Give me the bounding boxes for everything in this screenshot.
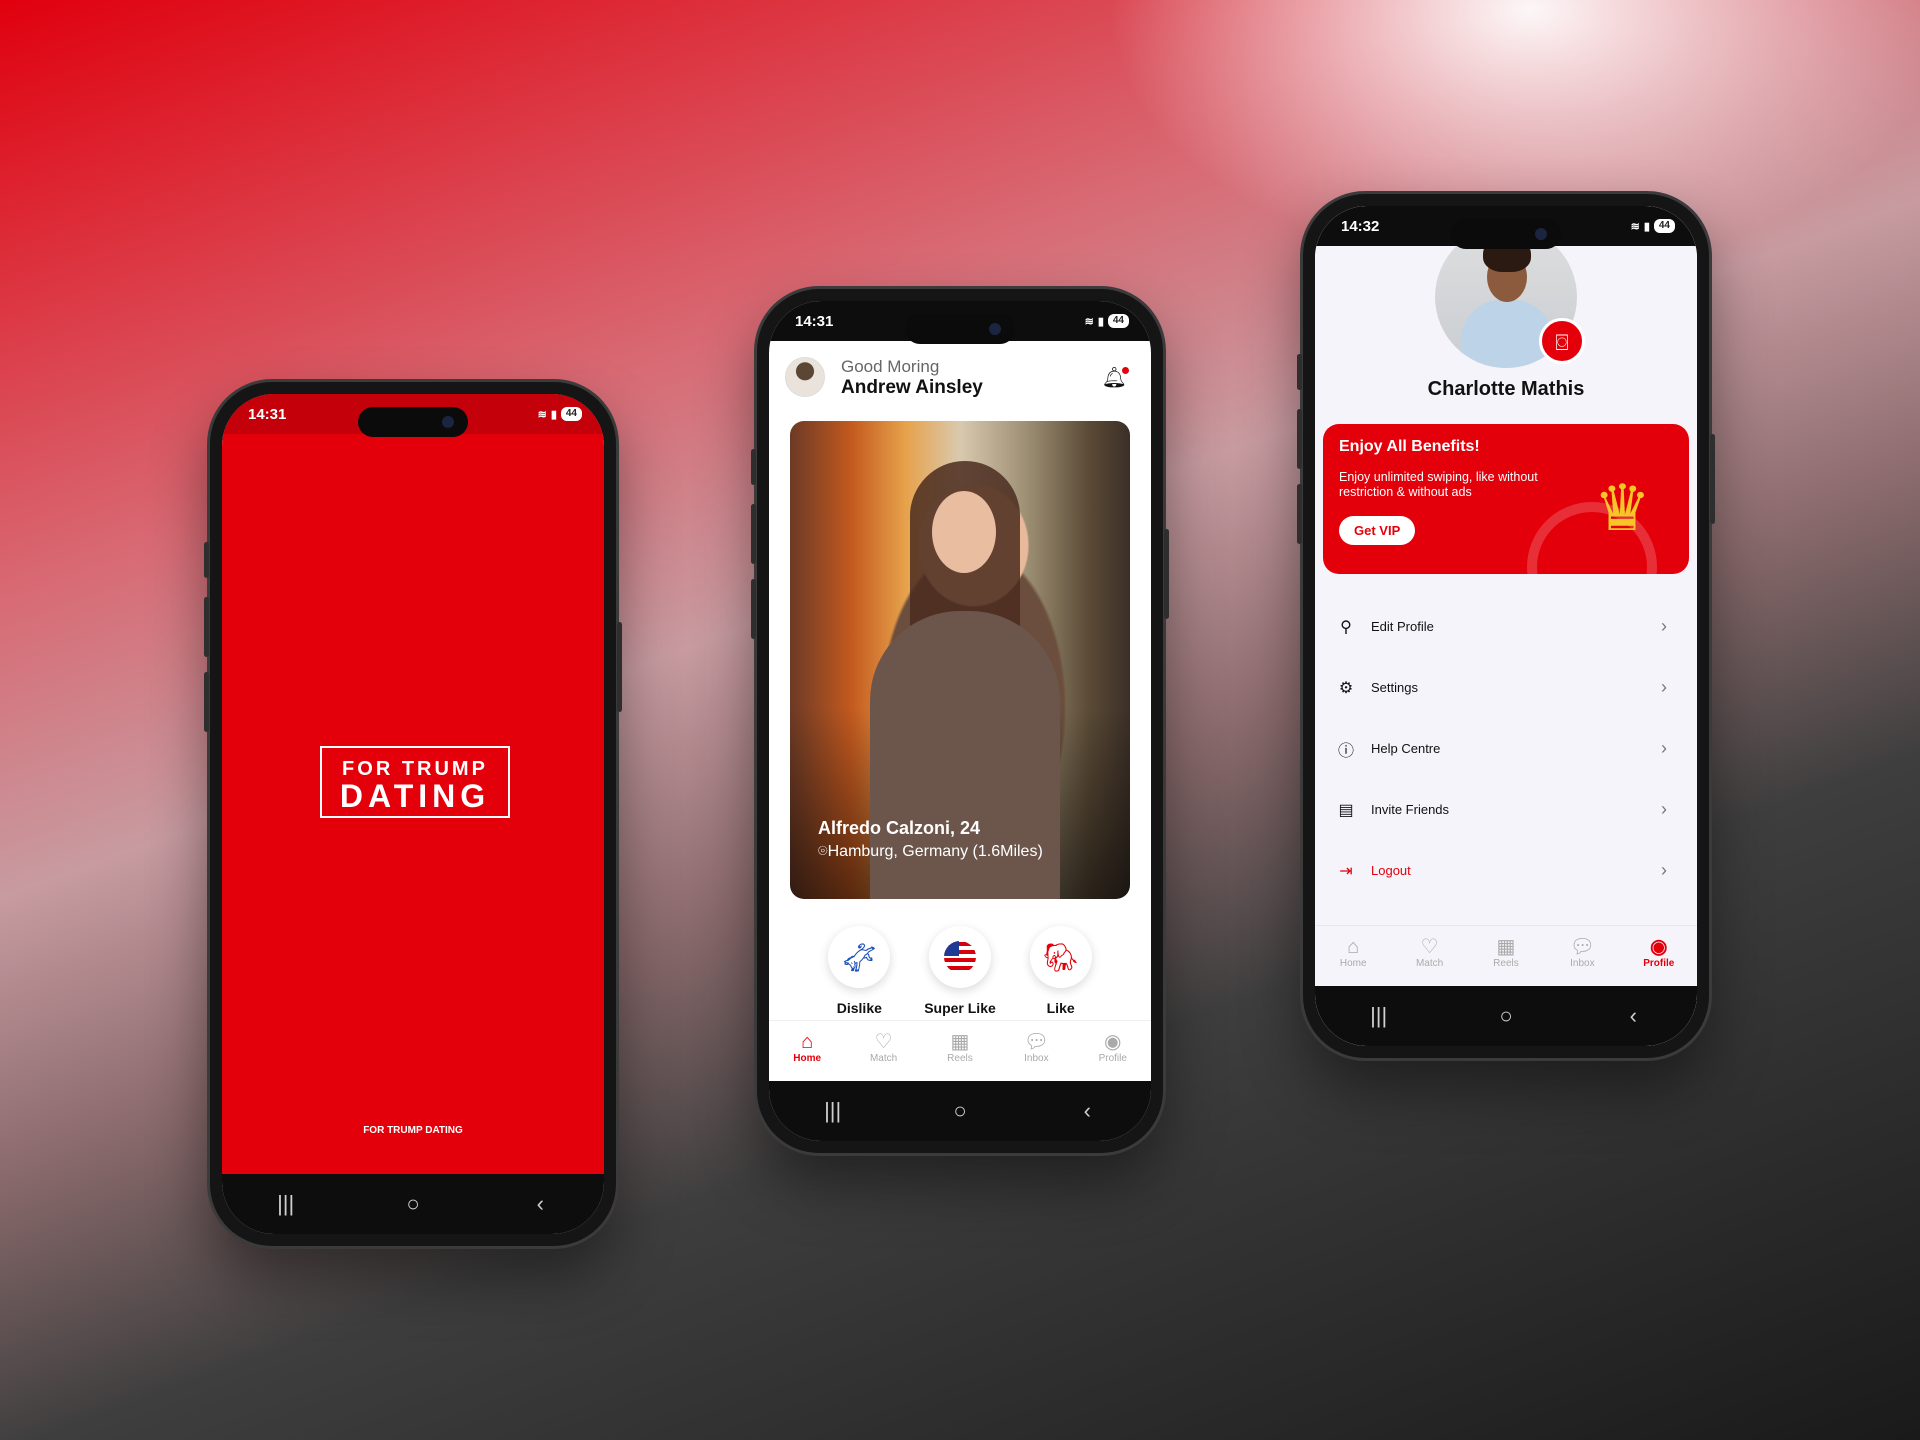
vip-description: Enjoy unlimited swiping, like without re… xyxy=(1339,470,1538,499)
user-avatar[interactable] xyxy=(785,357,825,397)
vip-banner: Enjoy All Benefits! Enjoy unlimited swip… xyxy=(1323,424,1689,574)
get-vip-button[interactable]: Get VIP xyxy=(1339,516,1416,545)
chevron-right-icon: › xyxy=(1661,860,1667,880)
like-button[interactable]: 🐘︎ Like xyxy=(1011,926,1111,1016)
recents-button[interactable]: ||| xyxy=(256,1191,316,1217)
screen: 14:31 ≋ ▮ 44 Good Moring Andrew Ainsley 🔔︎… xyxy=(769,301,1151,1141)
home-header: Good Moring Andrew Ainsley 🔔︎ xyxy=(785,357,1135,403)
signal-icon: ▮ xyxy=(1643,220,1650,233)
super-like-button[interactable]: Super Like xyxy=(910,926,1010,1016)
profile-menu: ⚲ Edit Profile › ⚙ Settings › ⓘ Help Centre › … xyxy=(1315,596,1697,901)
swipe-actions: 🫏︎ Dislike Super Like 🐘︎ Like xyxy=(769,926,1151,1016)
battery-indicator: 44 xyxy=(560,407,582,421)
film-icon: ▦ xyxy=(1496,936,1516,958)
person-icon: ⚲ xyxy=(1340,618,1352,636)
screen: 14:32 ≋ ▮ 44 ⌼ Charlotte Mathis Enjoy All … xyxy=(1315,206,1697,1046)
dislike-button[interactable]: 🫏︎ Dislike xyxy=(809,926,909,1016)
crown-icon: ♛ xyxy=(1593,472,1651,544)
tab-reels[interactable]: ▦ Reels xyxy=(925,1021,995,1081)
back-button[interactable]: ‹ xyxy=(1057,1098,1117,1124)
phone-home: 14:31 ≋ ▮ 44 Good Moring Andrew Ainsley 🔔︎… xyxy=(751,289,1169,1153)
back-button[interactable]: ‹ xyxy=(1603,1003,1663,1029)
tab-profile[interactable]: ◉ Profile xyxy=(1624,926,1694,986)
menu-item-settings[interactable]: ⚙ Settings › xyxy=(1315,657,1697,718)
gear-icon: ⚙ xyxy=(1338,679,1354,697)
us-flag-icon xyxy=(928,926,991,988)
signal-icon: ▮ xyxy=(550,408,557,421)
status-time: 14:31 xyxy=(248,405,287,423)
chevron-right-icon: › xyxy=(1661,677,1667,697)
card-location: ⌾Hamburg, Germany (1.6Miles) xyxy=(818,843,1043,860)
profile-card[interactable]: Alfredo Calzoni, 24 ⌾Hamburg, Germany (1… xyxy=(790,421,1130,899)
splash-footer-text: FOR TRUMP DATING xyxy=(363,1125,463,1136)
user-circle-icon: ◉ xyxy=(1650,936,1668,958)
bottom-tab-bar: ⌂ Home ♡ Match ▦ Reels 💬︎ Inbox ◉ Profile xyxy=(1315,925,1697,986)
card-name-age: Alfredo Calzoni, 24 xyxy=(818,818,981,838)
battery-indicator: 44 xyxy=(1107,314,1129,328)
donkey-icon: 🫏︎ xyxy=(828,926,891,988)
chat-icon: 💬︎ xyxy=(1023,1031,1050,1053)
tab-home[interactable]: ⌂ Home xyxy=(772,1021,842,1081)
location-pin-icon: ⌾ xyxy=(818,843,828,860)
home-system-button[interactable]: ○ xyxy=(383,1191,443,1217)
recents-button[interactable]: ||| xyxy=(803,1098,863,1124)
camera-notch xyxy=(905,314,1015,344)
phone-profile: 14:32 ≋ ▮ 44 ⌼ Charlotte Mathis Enjoy All … xyxy=(1297,194,1715,1058)
wifi-icon: ≋ xyxy=(537,408,547,421)
chevron-right-icon: › xyxy=(1661,799,1667,819)
tab-profile[interactable]: ◉ Profile xyxy=(1078,1021,1148,1081)
camera-notch xyxy=(1451,219,1561,249)
screen: 14:31 ≋ ▮ 44 FOR TRUMP DATING FOR TRUMP DA… xyxy=(222,394,604,1234)
signal-icon: ▮ xyxy=(1097,315,1104,328)
film-icon: ▦ xyxy=(950,1031,970,1053)
menu-item-invite-friends[interactable]: ▤ Invite Friends › xyxy=(1315,779,1697,840)
battery-indicator: 44 xyxy=(1653,219,1675,233)
menu-item-logout[interactable]: ⇥ Logout › xyxy=(1315,840,1697,901)
status-time: 14:31 xyxy=(795,312,834,330)
menu-item-edit-profile[interactable]: ⚲ Edit Profile › xyxy=(1315,596,1697,657)
phone-splash: 14:31 ≋ ▮ 44 FOR TRUMP DATING FOR TRUMP DA… xyxy=(204,382,622,1246)
chevron-right-icon: › xyxy=(1661,738,1667,758)
tab-reels[interactable]: ▦ Reels xyxy=(1471,926,1541,986)
gift-icon: ▤ xyxy=(1338,801,1354,819)
app-logo: FOR TRUMP DATING xyxy=(320,746,510,818)
help-icon: ⓘ xyxy=(1337,742,1354,760)
wifi-icon: ≋ xyxy=(1630,220,1640,233)
system-nav-bar: ||| ○ ‹ xyxy=(769,1081,1151,1141)
chat-icon: 💬︎ xyxy=(1569,936,1596,958)
tab-home[interactable]: ⌂ Home xyxy=(1318,926,1388,986)
status-time: 14:32 xyxy=(1341,217,1380,235)
tab-inbox[interactable]: 💬︎ Inbox xyxy=(1001,1021,1071,1081)
tab-match[interactable]: ♡ Match xyxy=(849,1021,919,1081)
tab-match[interactable]: ♡ Match xyxy=(1395,926,1465,986)
greeting-text: Good Moring xyxy=(841,357,940,376)
home-system-button[interactable]: ○ xyxy=(1476,1003,1536,1029)
heart-icon: ♡ xyxy=(1420,936,1439,958)
splash-background: FOR TRUMP DATING FOR TRUMP DATING xyxy=(222,394,604,1174)
logo-line-2: DATING xyxy=(339,778,491,814)
elephant-icon: 🐘︎ xyxy=(1029,926,1092,988)
profile-name: Charlotte Mathis xyxy=(1427,378,1585,400)
user-circle-icon: ◉ xyxy=(1104,1031,1122,1053)
system-nav-bar: ||| ○ ‹ xyxy=(222,1174,604,1234)
home-icon: ⌂ xyxy=(1347,936,1360,958)
camera-notch xyxy=(358,407,468,437)
logout-icon: ⇥ xyxy=(1339,862,1353,880)
vip-title: Enjoy All Benefits! xyxy=(1339,438,1480,455)
back-button[interactable]: ‹ xyxy=(510,1191,570,1217)
bottom-tab-bar: ⌂ Home ♡ Match ▦ Reels 💬︎ Inbox ◉ Profile xyxy=(769,1020,1151,1081)
home-icon: ⌂ xyxy=(801,1031,814,1053)
home-system-button[interactable]: ○ xyxy=(930,1098,990,1124)
tab-inbox[interactable]: 💬︎ Inbox xyxy=(1547,926,1617,986)
menu-item-help-centre[interactable]: ⓘ Help Centre › xyxy=(1315,718,1697,779)
user-name: Andrew Ainsley xyxy=(841,377,983,398)
camera-icon[interactable]: ⌼ xyxy=(1539,318,1585,364)
recents-button[interactable]: ||| xyxy=(1349,1003,1409,1029)
notification-dot xyxy=(1122,367,1129,374)
chevron-right-icon: › xyxy=(1661,616,1667,636)
system-nav-bar: ||| ○ ‹ xyxy=(1315,986,1697,1046)
heart-icon: ♡ xyxy=(874,1031,893,1053)
wifi-icon: ≋ xyxy=(1084,315,1094,328)
